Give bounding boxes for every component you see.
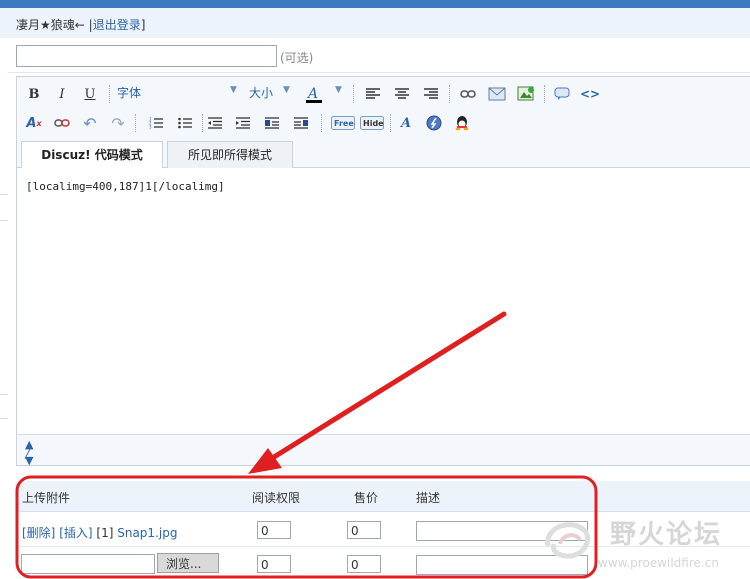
resize-icon[interactable]: ▲ ╱ ▼	[25, 439, 45, 466]
qq-icon[interactable]	[451, 112, 473, 134]
font-select[interactable]: 字体	[117, 84, 141, 101]
ordered-list-icon[interactable]: 123	[145, 112, 167, 134]
undo-icon[interactable]: ↶	[79, 112, 101, 134]
align-right-icon[interactable]	[420, 83, 442, 105]
image-icon[interactable]	[515, 83, 537, 105]
underline-button[interactable]: U	[79, 83, 101, 105]
flash-icon[interactable]	[423, 112, 445, 134]
user-line: 凄月★狼魂← |退出登录]	[16, 16, 145, 33]
optional-label: (可选)	[280, 51, 314, 65]
file-path-input[interactable]	[21, 554, 155, 574]
post-editor: B I U 字体 ▼ 大小 ▼ A ▼ <> A x ↶ ↷ 1 2 3 Fre…	[16, 76, 750, 466]
delete-link[interactable]: [删除]	[22, 526, 55, 540]
new-price-input[interactable]: 0	[347, 555, 381, 573]
attachment-header: 上传附件 阅读权限 售价 描述	[16, 481, 750, 512]
header-description: 描述	[416, 491, 441, 505]
outdent-icon[interactable]	[204, 112, 226, 134]
attachment-index: [1]	[96, 526, 114, 540]
forum-watermark: 野火论坛 www.proewildfire.cn	[540, 510, 750, 579]
permission-input[interactable]: 0	[257, 521, 291, 539]
float-right-icon[interactable]	[290, 112, 312, 134]
logout-link[interactable]: 退出登录	[93, 18, 141, 32]
align-left-icon[interactable]	[362, 83, 384, 105]
watermark-title: 野火论坛	[610, 520, 723, 550]
size-select[interactable]: 大小	[249, 84, 273, 101]
attachment-filename[interactable]: Snap1.jpg	[117, 526, 177, 540]
tab-discuz-code[interactable]: Discuz! 代码模式	[21, 141, 163, 169]
size-dropdown-icon[interactable]: ▼	[283, 85, 290, 95]
italic-button[interactable]: I	[51, 83, 73, 105]
font-dropdown-icon[interactable]: ▼	[230, 85, 237, 95]
unlink-icon[interactable]	[51, 112, 73, 134]
subject-row: (可选)	[0, 38, 750, 73]
code-icon[interactable]: <>	[579, 83, 601, 105]
svg-text:Hide: Hide	[363, 119, 384, 128]
quote-icon[interactable]	[551, 83, 573, 105]
watermark-url: www.proewildfire.cn	[598, 556, 719, 570]
hide-tag-icon[interactable]: Hide	[359, 112, 385, 134]
align-center-icon[interactable]	[391, 83, 413, 105]
toolbar-row-2: Ax ↶ ↷ 123 Free Hide A	[17, 110, 750, 136]
editor-tabs: Discuz! 代码模式 所见即所得模式	[17, 139, 750, 169]
free-tag-icon[interactable]: Free	[330, 112, 356, 134]
float-left-icon[interactable]	[261, 112, 283, 134]
browse-button[interactable]: 浏览...	[157, 553, 219, 573]
message-content: [localimg=400,187]1[/localimg]	[26, 180, 225, 193]
bold-button[interactable]: B	[23, 83, 45, 105]
subject-input[interactable]	[16, 45, 277, 67]
message-textarea[interactable]: [localimg=400,187]1[/localimg]	[17, 168, 750, 435]
user-info-bar: 凄月★狼魂← |退出登录]	[0, 8, 750, 39]
tab-wysiwyg[interactable]: 所见即所得模式	[167, 141, 293, 168]
remove-format-icon[interactable]: Ax	[23, 112, 45, 134]
indent-icon[interactable]	[232, 112, 254, 134]
header-price: 售价	[354, 491, 379, 505]
unordered-list-icon[interactable]	[174, 112, 196, 134]
svg-text:A: A	[306, 86, 318, 102]
new-permission-input[interactable]: 0	[257, 555, 291, 573]
header-upload: 上传附件	[22, 491, 71, 505]
font-style-icon[interactable]: A	[395, 112, 417, 134]
watermark-logo-icon	[545, 522, 591, 559]
svg-text:3: 3	[149, 125, 152, 130]
price-input[interactable]: 0	[347, 521, 381, 539]
close-bracket: ]	[140, 18, 146, 32]
left-strip	[0, 72, 8, 472]
color-dropdown-icon[interactable]: ▼	[335, 85, 342, 95]
separator: ← |	[74, 18, 93, 32]
header-permission: 阅读权限	[252, 491, 301, 505]
svg-text:Free: Free	[334, 119, 354, 128]
email-icon[interactable]	[486, 83, 508, 105]
redo-icon[interactable]: ↷	[107, 112, 129, 134]
toolbar-row-1: B I U 字体 ▼ 大小 ▼ A ▼ <>	[17, 81, 750, 107]
font-color-icon[interactable]: A	[303, 83, 325, 105]
top-bar	[0, 0, 750, 8]
link-icon[interactable]	[457, 83, 479, 105]
username: 凄月★狼魂	[16, 18, 75, 32]
insert-link[interactable]: [插入]	[59, 526, 92, 540]
